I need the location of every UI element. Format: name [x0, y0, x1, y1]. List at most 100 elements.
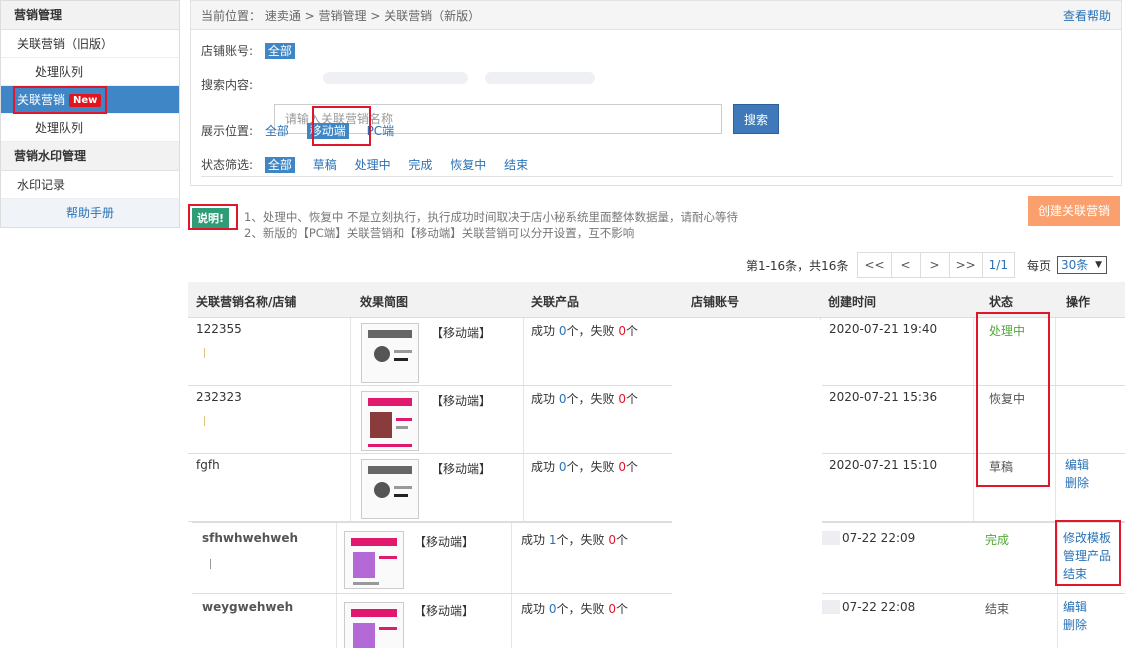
watch-image-icon	[374, 346, 390, 362]
col-header-preview: 效果简图	[360, 295, 409, 309]
thumb-line	[368, 444, 412, 447]
table-row: weygwehweh 【移动端】 成功 0个，失败 0个 07-22 22:08…	[192, 594, 1125, 648]
position-option-pc[interactable]: PC端	[367, 124, 395, 138]
per-page-value: 30条	[1061, 258, 1089, 272]
position-label: 展示位置:	[201, 124, 254, 138]
col-divider	[336, 523, 337, 593]
status-option-processing[interactable]: 处理中	[355, 158, 391, 172]
end-link[interactable]: 结束	[1063, 565, 1111, 583]
row-name: fgfh	[196, 458, 220, 472]
preview-thumbnail[interactable]	[361, 459, 419, 519]
ok-unit: 个，失败	[556, 533, 605, 547]
fail-unit: 个	[615, 602, 628, 616]
status-option-ended[interactable]: 结束	[504, 158, 528, 172]
current-page: 1/1	[981, 252, 1015, 278]
sidebar-menu: 营销管理 关联营销（旧版） 处理队列 关联营销 New 处理队列 营销水印管理 水…	[0, 0, 180, 228]
edit-link[interactable]: 编辑	[1063, 598, 1087, 616]
thumb-line	[379, 556, 397, 559]
status-option-all[interactable]: 全部	[264, 157, 295, 173]
delete-link[interactable]: 删除	[1063, 616, 1087, 634]
status-label: 状态筛选:	[201, 158, 254, 172]
preview-thumbnail[interactable]	[344, 602, 404, 648]
sidebar-help-link[interactable]: 帮助手册	[1, 199, 179, 227]
fail-count[interactable]: 0	[618, 460, 626, 474]
position-option-all[interactable]: 全部	[265, 124, 289, 138]
row-status: 完成	[985, 533, 1010, 547]
row-status: 结束	[985, 602, 1010, 616]
dropdown-arrow-icon: ▼	[1095, 260, 1102, 270]
notice-line-1: 1、处理中、恢复中 不是立刻执行，执行成功时间取决于店小秘系统里面整体数据量，请…	[244, 210, 738, 224]
col-divider	[1057, 594, 1058, 648]
position-option-mobile[interactable]: 移动端	[306, 123, 349, 139]
edit-link[interactable]: 编辑	[1065, 456, 1089, 474]
manage-products-link[interactable]: 管理产品	[1063, 547, 1111, 565]
notice-tag: 说明!	[192, 208, 230, 228]
delete-link[interactable]: 删除	[1065, 474, 1089, 492]
next-page-button[interactable]: >	[919, 252, 950, 278]
thumb-line	[394, 350, 412, 353]
col-divider	[511, 523, 512, 593]
preview-thumbnail[interactable]	[344, 531, 404, 589]
sidebar-section-marketing: 营销管理	[1, 1, 179, 30]
create-related-marketing-button[interactable]: 创建关联营销	[1028, 196, 1120, 226]
prev-page-button[interactable]: <	[890, 252, 921, 278]
sidebar-item-related-marketing-new[interactable]: 关联营销 New	[1, 86, 179, 114]
col-divider	[973, 318, 974, 385]
row-name: 122355	[196, 322, 242, 336]
preview-thumbnail[interactable]	[361, 323, 419, 383]
shop-account-blurred[interactable]	[323, 72, 468, 84]
col-divider	[350, 386, 351, 453]
fail-unit: 个	[625, 392, 638, 406]
sidebar-item-queue-new[interactable]: 处理队列	[1, 114, 179, 142]
blurred-date-prefix	[822, 600, 840, 614]
thumb-line	[396, 418, 412, 421]
row-name: weygwehweh	[202, 600, 294, 614]
fail-count[interactable]: 0	[608, 533, 616, 547]
col-header-name: 关联营销名称/店铺	[196, 295, 297, 309]
sidebar-item-watermark-records[interactable]: 水印记录	[1, 171, 179, 199]
row-actions: 修改模板 管理产品 结束	[1063, 529, 1111, 583]
fail-unit: 个	[625, 324, 638, 338]
pagination: 第1-16条，共16条 << < > >> 1/1 每页 30条 ▼	[746, 252, 1107, 278]
ok-prefix: 成功	[521, 602, 546, 616]
status-option-recovering[interactable]: 恢复中	[450, 158, 486, 172]
ok-prefix: 成功	[531, 324, 556, 338]
blurred-date-prefix	[822, 531, 840, 545]
fail-count[interactable]: 0	[618, 324, 626, 338]
fail-count[interactable]: 0	[608, 602, 616, 616]
row-products: 成功 0个，失败 0个	[531, 322, 638, 339]
ok-prefix: 成功	[521, 533, 546, 547]
per-page-select[interactable]: 30条 ▼	[1057, 256, 1107, 274]
status-option-done[interactable]: 完成	[408, 158, 432, 172]
product-image-icon	[353, 552, 375, 578]
table-row: fgfh 【移动端】 成功 0个，失败 0个 2020-07-21 15:10 …	[188, 454, 1125, 522]
row-products: 成功 0个，失败 0个	[531, 458, 638, 475]
status-option-draft[interactable]: 草稿	[313, 158, 337, 172]
shop-option-all[interactable]: 全部	[264, 43, 295, 59]
search-button[interactable]: 搜索	[733, 104, 779, 134]
preview-thumbnail[interactable]	[361, 391, 419, 451]
thumb-banner	[351, 609, 397, 617]
col-divider	[1055, 454, 1056, 521]
sidebar-item-related-marketing-old[interactable]: 关联营销（旧版）	[1, 30, 179, 58]
shop-account-blurred[interactable]	[485, 72, 595, 84]
watch-image-icon	[374, 482, 390, 498]
first-page-button[interactable]: <<	[857, 252, 892, 278]
col-divider	[350, 454, 351, 521]
view-help-link[interactable]: 查看帮助	[1063, 1, 1111, 31]
fail-count[interactable]: 0	[618, 392, 626, 406]
row-status: 处理中	[989, 324, 1026, 338]
row-created-time: 2020-07-21 19:40	[829, 322, 938, 336]
thumb-banner	[368, 466, 412, 474]
row-status: 恢复中	[989, 392, 1026, 406]
breadcrumb: 当前位置： 速卖通 > 营销管理 > 关联营销（新版）	[201, 9, 481, 23]
sidebar-item-queue-old[interactable]: 处理队列	[1, 58, 179, 86]
last-page-button[interactable]: >>	[948, 252, 983, 278]
col-divider	[523, 386, 524, 453]
modify-template-link[interactable]: 修改模板	[1063, 529, 1111, 547]
filter-divider	[201, 176, 1113, 177]
col-divider	[523, 454, 524, 521]
col-divider	[973, 386, 974, 453]
shop-account-redacted	[672, 320, 822, 648]
thumb-line	[396, 426, 408, 429]
